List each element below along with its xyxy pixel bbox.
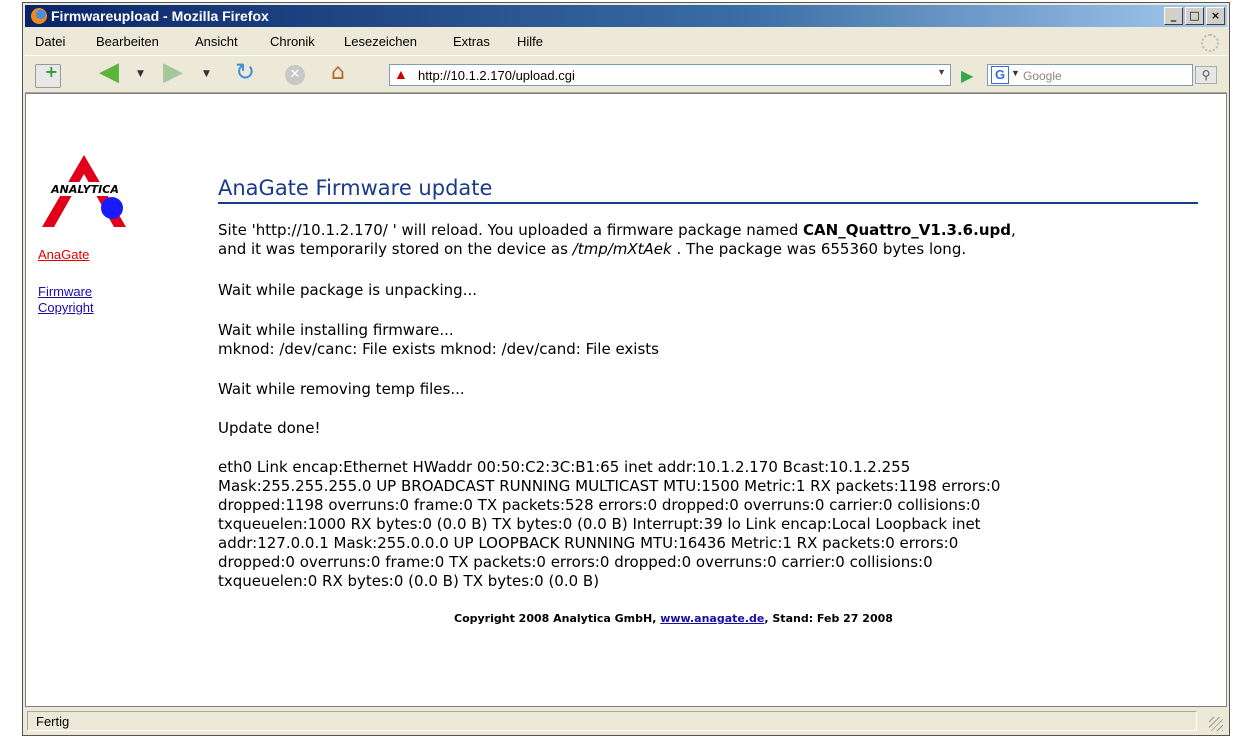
ifconfig-line: txqueuelen:0 RX bytes:0 (0.0 B) TX bytes… xyxy=(218,572,600,590)
menu-bearbeiten[interactable]: Bearbeiten xyxy=(96,34,159,49)
page-title: AnaGate Firmware update xyxy=(218,176,1198,204)
back-dropdown-icon[interactable]: ▼ xyxy=(137,69,161,91)
back-arrow-icon[interactable]: ◀ xyxy=(99,59,123,85)
site-favicon-icon: ▲ xyxy=(394,66,408,82)
maximize-button[interactable]: □ xyxy=(1185,7,1204,25)
page-footer: Copyright 2008 Analytica GmbH, www.anaga… xyxy=(454,612,893,625)
url-dropdown-icon[interactable]: ▼ xyxy=(937,67,946,77)
ifconfig-line: eth0 Link encap:Ethernet HWaddr 00:50:C2… xyxy=(218,458,911,476)
menu-datei[interactable]: Datei xyxy=(35,34,65,49)
home-icon[interactable]: ⌂ xyxy=(331,62,355,84)
status-unpacking: Wait while package is unpacking... xyxy=(218,281,477,299)
close-button[interactable]: × xyxy=(1206,7,1225,25)
main-content: AnaGate Firmware update Site 'http://10.… xyxy=(218,176,1218,590)
forward-dropdown-icon[interactable]: ▼ xyxy=(203,69,227,91)
analytica-logo: ANALYTICA xyxy=(42,155,128,227)
window-title: Firmwareupload - Mozilla Firefox xyxy=(51,8,269,24)
go-icon[interactable]: ▶ xyxy=(961,66,973,85)
menu-extras[interactable]: Extras xyxy=(453,34,490,49)
status-removing: Wait while removing temp files... xyxy=(218,380,465,398)
search-placeholder: Google xyxy=(1023,69,1062,83)
url-input[interactable]: ▲ http://10.1.2.170/upload.cgi ▼ xyxy=(389,64,951,86)
status-installing-line1: Wait while installing firmware... xyxy=(218,321,454,339)
status-text: Fertig xyxy=(27,711,1197,731)
browser-window: Firmwareupload - Mozilla Firefox _ □ × D… xyxy=(22,2,1230,736)
ifconfig-line: dropped:0 overruns:0 frame:0 TX packets:… xyxy=(218,553,933,571)
title-bar: Firmwareupload - Mozilla Firefox _ □ × xyxy=(25,5,1227,27)
nav-link-copyright-label: Copyright xyxy=(38,300,94,315)
search-icon[interactable]: ⚲ xyxy=(1195,66,1217,84)
footer-website-link[interactable]: www.anagate.de xyxy=(660,612,764,625)
temp-path: /tmp/mXtAek xyxy=(572,240,672,258)
menu-bar: Datei Bearbeiten Ansicht Chronik Lesezei… xyxy=(25,29,1227,53)
package-filename: CAN_Quattro_V1.3.6.upd xyxy=(803,221,1011,239)
intro-part4: . The package was 655360 bytes long. xyxy=(671,240,967,258)
firefox-icon xyxy=(31,8,47,24)
intro-part1: Site 'http://10.1.2.170/ ' will reload. … xyxy=(218,221,804,239)
ifconfig-line: Mask:255.255.255.0 UP BROADCAST RUNNING … xyxy=(218,477,1001,495)
minimize-button[interactable]: _ xyxy=(1164,7,1183,25)
new-tab-icon[interactable] xyxy=(35,62,61,88)
status-installing: Wait while installing firmware... mknod:… xyxy=(218,321,659,359)
status-installing-line2: mknod: /dev/canc: File exists mknod: /de… xyxy=(218,340,659,358)
nav-link-anagate[interactable]: AnaGate xyxy=(38,247,89,262)
menu-hilfe[interactable]: Hilfe xyxy=(517,34,543,49)
nav-link-firmware[interactable]: Firmware Copyright xyxy=(38,284,94,316)
resize-grip-icon[interactable] xyxy=(1209,717,1223,731)
logo-text: ANALYTICA xyxy=(50,183,119,196)
footer-date: , Stand: Feb 27 2008 xyxy=(764,612,893,625)
throbber-icon xyxy=(1201,34,1219,52)
engine-dropdown-icon[interactable]: ▼ xyxy=(1011,68,1020,78)
menu-ansicht[interactable]: Ansicht xyxy=(195,34,238,49)
nav-link-firmware-label: Firmware xyxy=(38,284,93,299)
intro-part2: , xyxy=(1010,221,1016,239)
ifconfig-output: eth0 Link encap:Ethernet HWaddr 00:50:C2… xyxy=(218,458,1000,591)
ifconfig-line: addr:127.0.0.1 Mask:255.0.0.0 UP LOOPBAC… xyxy=(218,534,959,552)
footer-copyright: Copyright 2008 Analytica GmbH, xyxy=(454,612,661,625)
status-bar: Fertig xyxy=(25,709,1227,733)
page-viewport: ANALYTICA AnaGate Firmware Copyright Ana… xyxy=(25,93,1227,707)
reload-icon[interactable]: ↻ xyxy=(235,60,259,84)
navigation-toolbar: ◀ ▼ ▶ ▼ ↻ ✕ ⌂ ▲ http://10.1.2.170/upload… xyxy=(25,55,1227,93)
menu-lesezeichen[interactable]: Lesezeichen xyxy=(344,34,417,49)
stop-icon[interactable]: ✕ xyxy=(285,65,305,85)
url-text: http://10.1.2.170/upload.cgi xyxy=(418,68,575,83)
forward-arrow-icon[interactable]: ▶ xyxy=(163,59,187,85)
ifconfig-line: txqueuelen:1000 RX bytes:0 (0.0 B) TX by… xyxy=(218,515,981,533)
status-done: Update done! xyxy=(218,419,321,437)
search-input[interactable]: G ▼ Google xyxy=(987,64,1193,86)
menu-chronik[interactable]: Chronik xyxy=(270,34,315,49)
google-engine-icon[interactable]: G xyxy=(991,66,1009,84)
intro-text: Site 'http://10.1.2.170/ ' will reload. … xyxy=(218,221,1016,259)
ifconfig-line: dropped:1198 overruns:0 frame:0 TX packe… xyxy=(218,496,981,514)
intro-part3: and it was temporarily stored on the dev… xyxy=(218,240,573,258)
